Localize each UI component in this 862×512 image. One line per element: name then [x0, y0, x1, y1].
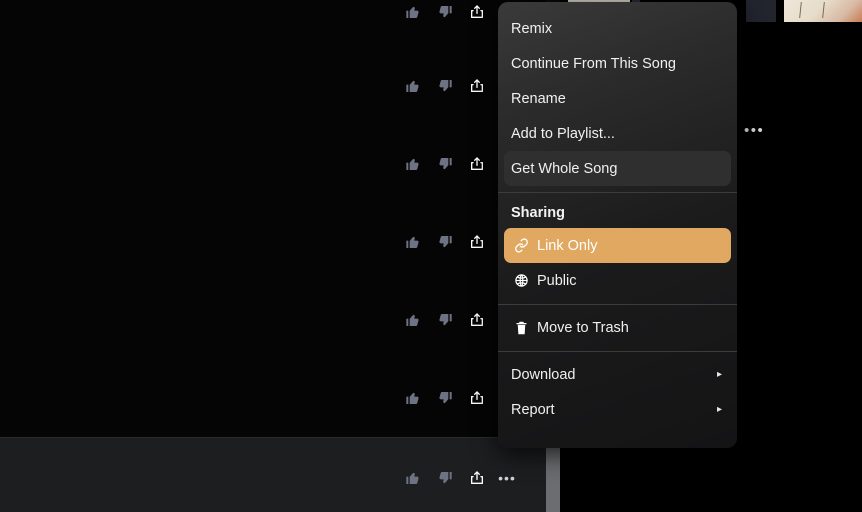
- menu-item-playlist[interactable]: Add to Playlist...: [504, 116, 731, 151]
- globe-icon: [511, 273, 531, 288]
- menu-item-label: Rename: [511, 90, 566, 107]
- trash-icon: [511, 320, 531, 336]
- thumbs-down-icon[interactable]: [435, 310, 455, 330]
- app-root: ••• ••• Remix Continue From This Song Rena…: [0, 0, 862, 512]
- thumbs-down-icon[interactable]: [435, 76, 455, 96]
- share-icon[interactable]: [467, 2, 487, 22]
- context-menu[interactable]: Remix Continue From This Song Rename Add to…: [498, 2, 737, 448]
- thumbs-down-icon[interactable]: [435, 388, 455, 408]
- player-bar-right: [560, 437, 862, 512]
- menu-item-label: Remix: [511, 20, 553, 37]
- thumbs-up-icon[interactable]: [403, 154, 423, 174]
- thumbs-down-icon[interactable]: [435, 232, 455, 252]
- share-icon[interactable]: [467, 154, 487, 174]
- menu-item-label: Add to Playlist...: [511, 125, 615, 142]
- share-icon[interactable]: [467, 468, 487, 488]
- thumbs-up-icon[interactable]: [403, 388, 423, 408]
- thumbs-up-icon[interactable]: [403, 232, 423, 252]
- menu-item-label: Report: [511, 401, 555, 418]
- menu-divider: [498, 304, 737, 305]
- menu-item-label: Move to Trash: [537, 319, 629, 336]
- share-icon[interactable]: [467, 76, 487, 96]
- menu-item-label: Link Only: [537, 237, 598, 254]
- menu-item-trash[interactable]: Move to Trash: [504, 310, 731, 345]
- menu-section-label-sharing: Sharing: [511, 205, 565, 221]
- menu-item-label: Get Whole Song: [511, 160, 618, 177]
- thumbnail-artwork-3[interactable]: [746, 0, 776, 22]
- share-icon[interactable]: [467, 388, 487, 408]
- scrollbar-thumb[interactable]: [546, 448, 560, 512]
- player-bar: •••: [0, 437, 546, 512]
- menu-item-remix[interactable]: Remix: [504, 11, 731, 46]
- menu-divider: [498, 351, 737, 352]
- menu-item-whole[interactable]: Get Whole Song: [504, 151, 731, 186]
- thumbs-down-icon[interactable]: [435, 468, 455, 488]
- menu-item-label: Continue From This Song: [511, 55, 676, 72]
- menu-item-label: Public: [537, 272, 577, 289]
- thumbs-up-icon[interactable]: [403, 76, 423, 96]
- menu-item-label: Download: [511, 366, 576, 383]
- menu-divider: [498, 192, 737, 193]
- menu-item-rename[interactable]: Rename: [504, 81, 731, 116]
- thumbnail-artwork-4[interactable]: [784, 0, 862, 22]
- link-icon: [511, 238, 531, 253]
- chevron-right-icon: ▸: [716, 369, 722, 380]
- thumbs-down-icon[interactable]: [435, 154, 455, 174]
- thumbs-up-icon[interactable]: [403, 2, 423, 22]
- menu-item-continue[interactable]: Continue From This Song: [504, 46, 731, 81]
- menu-item-link-only[interactable]: Link Only: [504, 228, 731, 263]
- thumbs-up-icon[interactable]: [403, 468, 423, 488]
- share-icon[interactable]: [467, 232, 487, 252]
- thumbs-up-icon[interactable]: [403, 310, 423, 330]
- ellipsis-icon[interactable]: •••: [497, 468, 517, 488]
- share-icon[interactable]: [467, 310, 487, 330]
- menu-item-report[interactable]: Report ▸: [504, 392, 731, 427]
- thumbs-down-icon[interactable]: [435, 2, 455, 22]
- more-options-icon[interactable]: •••: [744, 123, 766, 138]
- song-list-pane: [0, 0, 546, 437]
- menu-item-public[interactable]: Public: [504, 263, 731, 298]
- menu-spacer: [498, 4, 737, 11]
- menu-item-download[interactable]: Download ▸: [504, 357, 731, 392]
- chevron-right-icon: ▸: [716, 404, 722, 415]
